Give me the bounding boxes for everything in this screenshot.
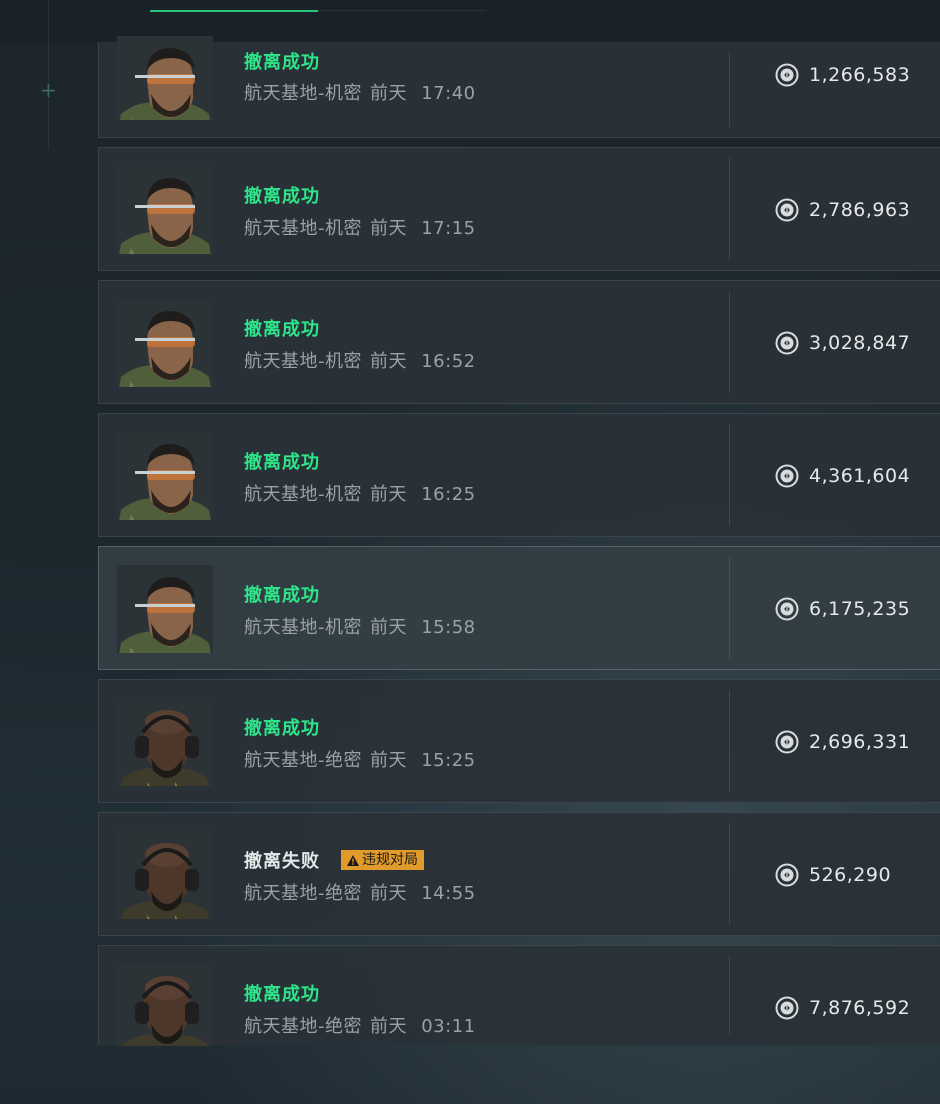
map-name: 航天基地-机密 <box>244 351 362 372</box>
coin-icon <box>775 331 809 355</box>
headset-operator-avatar <box>117 831 213 919</box>
coin-icon <box>775 597 809 621</box>
row-divider <box>729 956 730 1035</box>
loot-value-text: 2,786,963 <box>809 199 911 221</box>
match-day: 前天 <box>370 750 407 771</box>
map-name: 航天基地-绝密 <box>244 883 362 904</box>
loot-value-text: 1,266,583 <box>809 64 911 86</box>
inactive-tab-indicator[interactable] <box>318 0 486 11</box>
loot-value: 2,786,963 <box>775 198 910 222</box>
match-info: 航天基地-机密 前天 17:40 <box>244 79 476 105</box>
row-divider <box>729 52 730 127</box>
match-day: 前天 <box>370 484 407 505</box>
match-time: 16:52 <box>421 351 476 372</box>
match-time: 17:40 <box>421 83 476 104</box>
loot-value: 2,696,331 <box>775 730 910 754</box>
map-name: 航天基地-机密 <box>244 484 362 505</box>
match-time: 14:55 <box>421 883 476 904</box>
loot-value: 1,266,583 <box>775 63 910 87</box>
match-record-row[interactable]: 撤离成功 航天基地-绝密 前天 03:11 7,876,592 <box>98 945 940 1046</box>
glasses-operator-avatar <box>117 166 213 254</box>
violation-badge-text: 违规对局 <box>362 852 418 868</box>
match-day: 前天 <box>370 1016 407 1037</box>
match-time: 17:15 <box>421 218 476 239</box>
loot-value: 7,876,592 <box>775 996 910 1020</box>
match-day: 前天 <box>370 218 407 239</box>
loot-value: 526,290 <box>775 863 891 887</box>
glasses-operator-avatar <box>117 565 213 653</box>
loot-value-text: 7,876,592 <box>809 997 911 1019</box>
coin-icon <box>775 198 809 222</box>
headset-operator-avatar <box>117 698 213 786</box>
loot-value: 6,175,235 <box>775 597 910 621</box>
headset-operator-avatar <box>117 964 213 1046</box>
map-name: 航天基地-绝密 <box>244 1016 362 1037</box>
match-info: 航天基地-绝密 前天 14:55 <box>244 879 476 905</box>
match-record-row[interactable]: 撤离失败 违规对局 航天基地-绝密 前天 14:55 526,290 <box>98 812 940 936</box>
coin-icon <box>775 996 809 1020</box>
row-divider <box>729 690 730 792</box>
map-name: 航天基地-机密 <box>244 83 362 104</box>
coin-icon <box>775 730 809 754</box>
row-divider <box>729 158 730 260</box>
match-day: 前天 <box>370 351 407 372</box>
extraction-status: 撤离失败 <box>244 851 320 872</box>
map-name: 航天基地-绝密 <box>244 750 362 771</box>
match-history-list: 撤离成功 航天基地-机密 前天 17:40 1,266,583 撤离成功 航天基地… <box>98 36 940 1054</box>
left-rail-decoration <box>18 0 49 150</box>
map-name: 航天基地-机密 <box>244 218 362 239</box>
extraction-status: 撤离成功 <box>244 52 320 73</box>
match-record-row[interactable]: 撤离成功 航天基地-绝密 前天 15:25 2,696,331 <box>98 679 940 803</box>
coin-icon <box>775 863 809 887</box>
loot-value-text: 2,696,331 <box>809 731 911 753</box>
coin-icon <box>775 464 809 488</box>
loot-value-text: 4,361,604 <box>809 465 911 487</box>
active-tab-indicator[interactable] <box>150 0 318 12</box>
match-info: 航天基地-机密 前天 15:58 <box>244 613 476 639</box>
match-day: 前天 <box>370 83 407 104</box>
row-divider <box>729 291 730 393</box>
match-info: 航天基地-绝密 前天 03:11 <box>244 1012 476 1038</box>
loot-value: 4,361,604 <box>775 464 910 488</box>
warning-triangle-icon <box>347 854 359 866</box>
row-divider <box>729 424 730 526</box>
loot-value-text: 526,290 <box>809 864 892 886</box>
loot-value-text: 6,175,235 <box>809 598 911 620</box>
match-time: 15:58 <box>421 617 476 638</box>
coin-icon <box>775 63 809 87</box>
match-day: 前天 <box>370 883 407 904</box>
match-record-row-selected[interactable]: 撤离成功 航天基地-机密 前天 15:58 6,175,235 <box>98 546 940 670</box>
extraction-status: 撤离成功 <box>244 186 320 207</box>
violation-badge: 违规对局 <box>341 850 424 870</box>
match-record-row[interactable]: 撤离成功 航天基地-机密 前天 17:15 2,786,963 <box>98 147 940 271</box>
glasses-operator-avatar <box>117 432 213 520</box>
match-info: 航天基地-机密 前天 16:52 <box>244 347 476 373</box>
match-info: 航天基地-机密 前天 16:25 <box>244 480 476 506</box>
extraction-status: 撤离成功 <box>244 319 320 340</box>
glasses-operator-avatar <box>117 299 213 387</box>
match-record-row[interactable]: 撤离成功 航天基地-机密 前天 16:52 3,028,847 <box>98 280 940 404</box>
match-record-row[interactable]: 撤离成功 航天基地-机密 前天 16:25 4,361,604 <box>98 413 940 537</box>
match-info: 航天基地-绝密 前天 15:25 <box>244 746 476 772</box>
row-divider <box>729 823 730 925</box>
extraction-status: 撤离成功 <box>244 452 320 473</box>
loot-value: 3,028,847 <box>775 331 910 355</box>
match-info: 航天基地-机密 前天 17:15 <box>244 214 476 240</box>
loot-value-text: 3,028,847 <box>809 332 911 354</box>
extraction-status: 撤离成功 <box>244 585 320 606</box>
match-time: 15:25 <box>421 750 476 771</box>
crosshair-icon: + <box>40 78 57 102</box>
match-day: 前天 <box>370 617 407 638</box>
row-divider <box>729 557 730 659</box>
map-name: 航天基地-机密 <box>244 617 362 638</box>
glasses-operator-avatar <box>117 36 213 120</box>
extraction-status: 撤离成功 <box>244 984 320 1005</box>
match-record-row[interactable]: 撤离成功 航天基地-机密 前天 17:40 1,266,583 <box>98 36 940 138</box>
extraction-status: 撤离成功 <box>244 718 320 739</box>
match-time: 16:25 <box>421 484 476 505</box>
match-time: 03:11 <box>421 1016 476 1037</box>
